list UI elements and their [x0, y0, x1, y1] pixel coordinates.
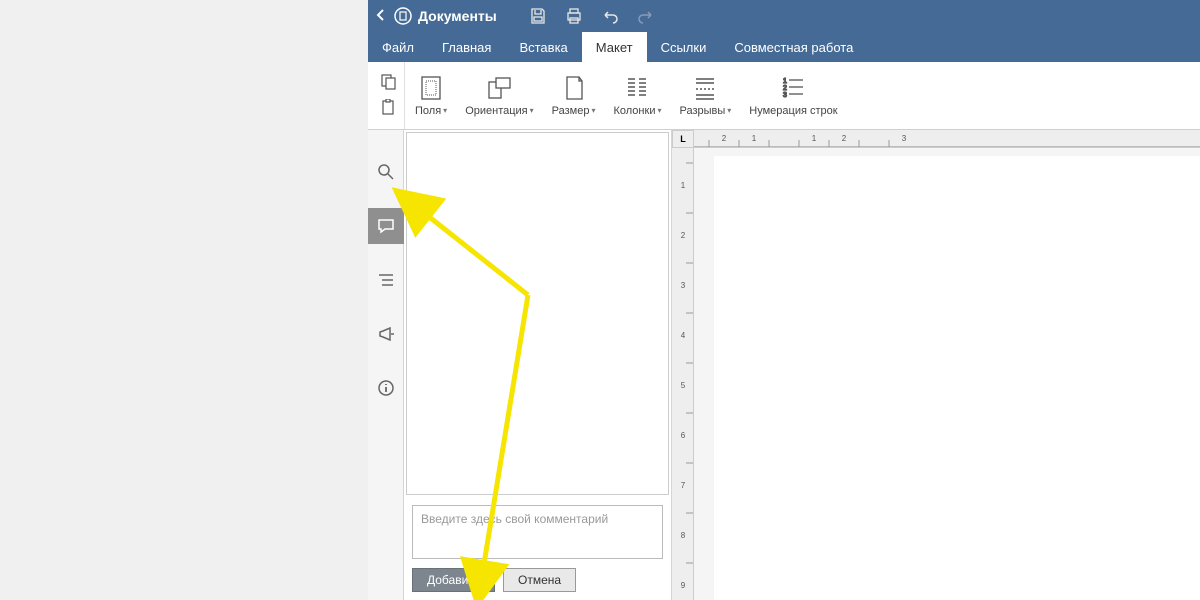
paste-icon[interactable]: [380, 99, 398, 118]
redo-icon[interactable]: [637, 7, 655, 25]
ribbon: Поля▾ Ориентация▾ Размер▾ Колонки▾ Разры…: [368, 62, 1200, 130]
comment-icon: [377, 217, 395, 235]
print-icon[interactable]: [565, 7, 583, 25]
comment-add-button[interactable]: Добавить: [412, 568, 495, 592]
rail-headings[interactable]: [368, 262, 404, 298]
rail-search[interactable]: [368, 154, 404, 190]
ribbon-columns[interactable]: Колонки▾: [605, 71, 669, 121]
svg-text:4: 4: [681, 331, 686, 340]
ribbon-orientation[interactable]: Ориентация▾: [457, 71, 541, 121]
chevron-down-icon: ▾: [657, 106, 661, 115]
ribbon-line-numbers[interactable]: 123 Нумерация строк: [741, 71, 845, 121]
tab-file[interactable]: Файл: [368, 32, 428, 62]
rail-feedback[interactable]: [368, 316, 404, 352]
titlebar: Документы: [368, 0, 1200, 32]
rail-comments[interactable]: [368, 208, 404, 244]
megaphone-icon: [377, 325, 395, 343]
app-title: Документы: [418, 8, 497, 24]
tab-layout[interactable]: Макет: [582, 32, 647, 62]
tab-home[interactable]: Главная: [428, 32, 505, 62]
tab-collab[interactable]: Совместная работа: [720, 32, 867, 62]
ruler-corner: L: [672, 130, 694, 148]
svg-text:2: 2: [722, 134, 727, 143]
app-brand: Документы: [394, 7, 497, 25]
horizontal-ruler[interactable]: 2 1 1 2 3: [694, 130, 1200, 148]
chevron-down-icon: ▾: [443, 106, 447, 115]
ribbon-breaks[interactable]: Разрывы▾: [671, 71, 739, 121]
chevron-down-icon: ▾: [727, 106, 731, 115]
vertical-ruler[interactable]: 1 2 3 4 5 6 7 8 9: [672, 148, 694, 600]
svg-text:1: 1: [752, 134, 757, 143]
svg-text:1: 1: [783, 78, 787, 85]
svg-text:3: 3: [783, 92, 787, 99]
svg-text:2: 2: [842, 134, 847, 143]
ribbon-size[interactable]: Размер▾: [544, 71, 604, 121]
tab-links[interactable]: Ссылки: [647, 32, 721, 62]
svg-text:2: 2: [681, 231, 686, 240]
svg-text:9: 9: [681, 581, 686, 590]
svg-text:3: 3: [681, 281, 686, 290]
svg-text:8: 8: [681, 531, 686, 540]
tab-insert[interactable]: Вставка: [505, 32, 581, 62]
copy-icon[interactable]: [380, 74, 398, 93]
undo-icon[interactable]: [601, 7, 619, 25]
document-page[interactable]: [714, 156, 1200, 600]
svg-text:7: 7: [681, 481, 686, 490]
document-area: L 2 1 1 2 3 1 2 3: [672, 130, 1200, 600]
comment-input[interactable]: [412, 505, 663, 559]
workspace: Добавить Отмена L 2 1 1 2 3: [368, 130, 1200, 600]
comments-panel: Добавить Отмена: [404, 130, 672, 600]
app-window: Документы Файл Главная Вставка Макет Ссы…: [368, 0, 1200, 600]
back-button[interactable]: [376, 8, 386, 25]
search-icon: [377, 163, 395, 181]
comment-compose: Добавить Отмена: [404, 497, 671, 600]
comment-cancel-button[interactable]: Отмена: [503, 568, 576, 592]
app-logo-icon: [394, 7, 412, 25]
svg-text:6: 6: [681, 431, 686, 440]
chevron-down-icon: ▾: [530, 106, 534, 115]
svg-text:1: 1: [812, 134, 817, 143]
svg-text:2: 2: [783, 85, 787, 92]
headings-icon: [377, 271, 395, 289]
menu-tabs: Файл Главная Вставка Макет Ссылки Совмес…: [368, 32, 1200, 62]
svg-text:1: 1: [681, 181, 686, 190]
comments-list: [406, 132, 669, 495]
ribbon-margins[interactable]: Поля▾: [407, 71, 455, 121]
left-rail: [368, 130, 404, 600]
chevron-down-icon: ▾: [591, 106, 595, 115]
save-icon[interactable]: [529, 7, 547, 25]
rail-info[interactable]: [368, 370, 404, 406]
svg-text:5: 5: [681, 381, 686, 390]
info-icon: [377, 379, 395, 397]
svg-text:3: 3: [902, 134, 907, 143]
